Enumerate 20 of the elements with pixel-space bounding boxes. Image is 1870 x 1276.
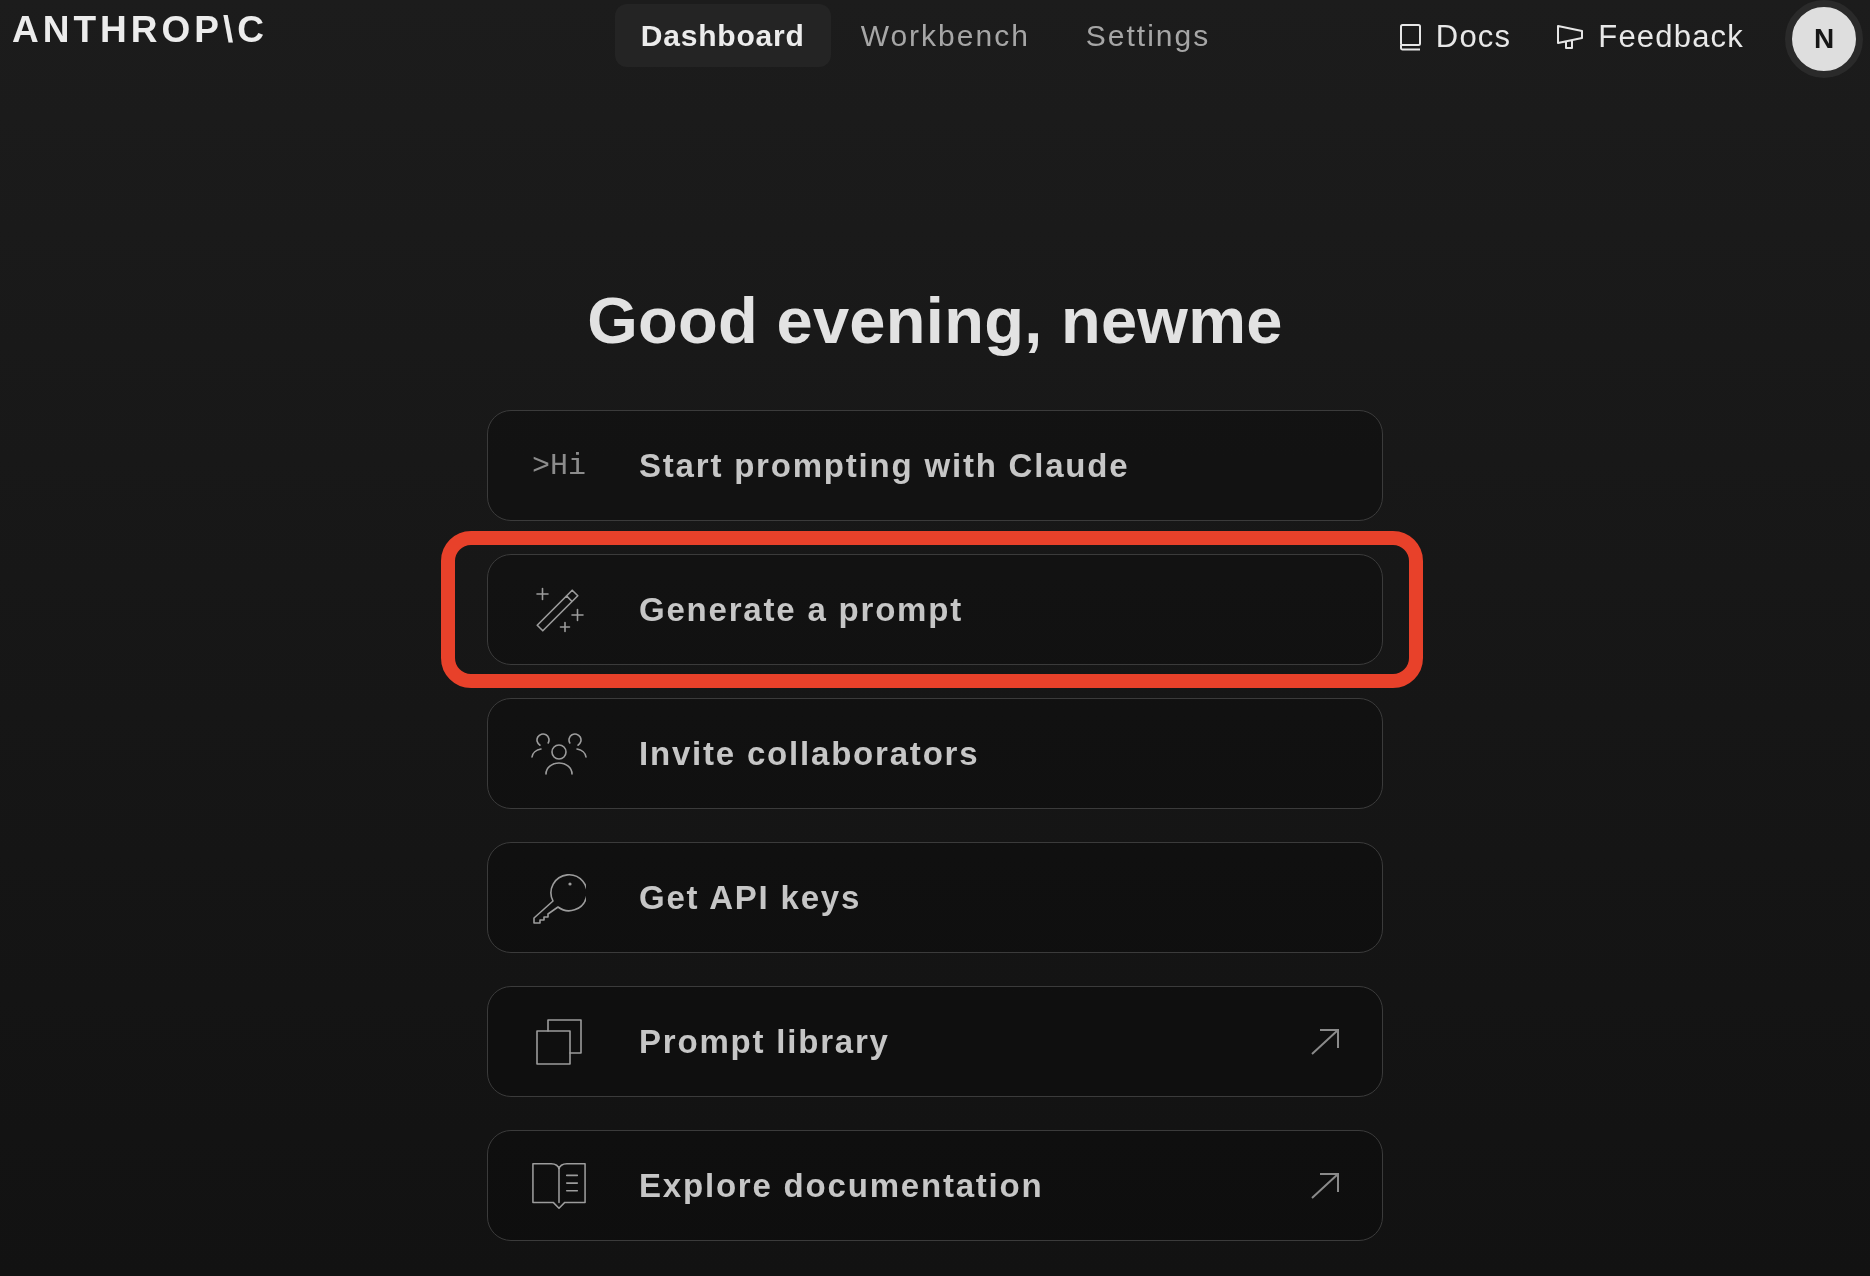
greeting-heading: Good evening, newme: [587, 283, 1283, 359]
nav-tab[interactable]: Workbench: [834, 4, 1056, 67]
action-card[interactable]: Explore documentation: [487, 1130, 1383, 1241]
overlapping-squares-icon: [535, 1017, 583, 1066]
action-card[interactable]: Get API keys: [487, 842, 1383, 953]
people-icon: [531, 731, 587, 776]
avatar-button[interactable]: N: [1785, 0, 1863, 78]
terminal-glyph: >Hi: [532, 448, 586, 483]
open-book-icon: [531, 1160, 587, 1211]
feedback-link[interactable]: Feedback: [1556, 19, 1744, 55]
action-card[interactable]: Prompt library: [487, 986, 1383, 1097]
megaphone-icon: [1556, 24, 1585, 50]
docs-link[interactable]: Docs: [1397, 19, 1512, 55]
logo[interactable]: ANTHROP\C: [12, 11, 268, 48]
action-card[interactable]: Invite collaborators: [487, 698, 1383, 809]
nav-tab[interactable]: Dashboard: [614, 4, 831, 67]
book-icon: [1397, 23, 1422, 51]
nav-tab[interactable]: Settings: [1059, 4, 1237, 67]
action-card[interactable]: Generate a prompt: [487, 554, 1383, 665]
action-card[interactable]: >Hi Start prompting with Claude: [487, 410, 1383, 521]
